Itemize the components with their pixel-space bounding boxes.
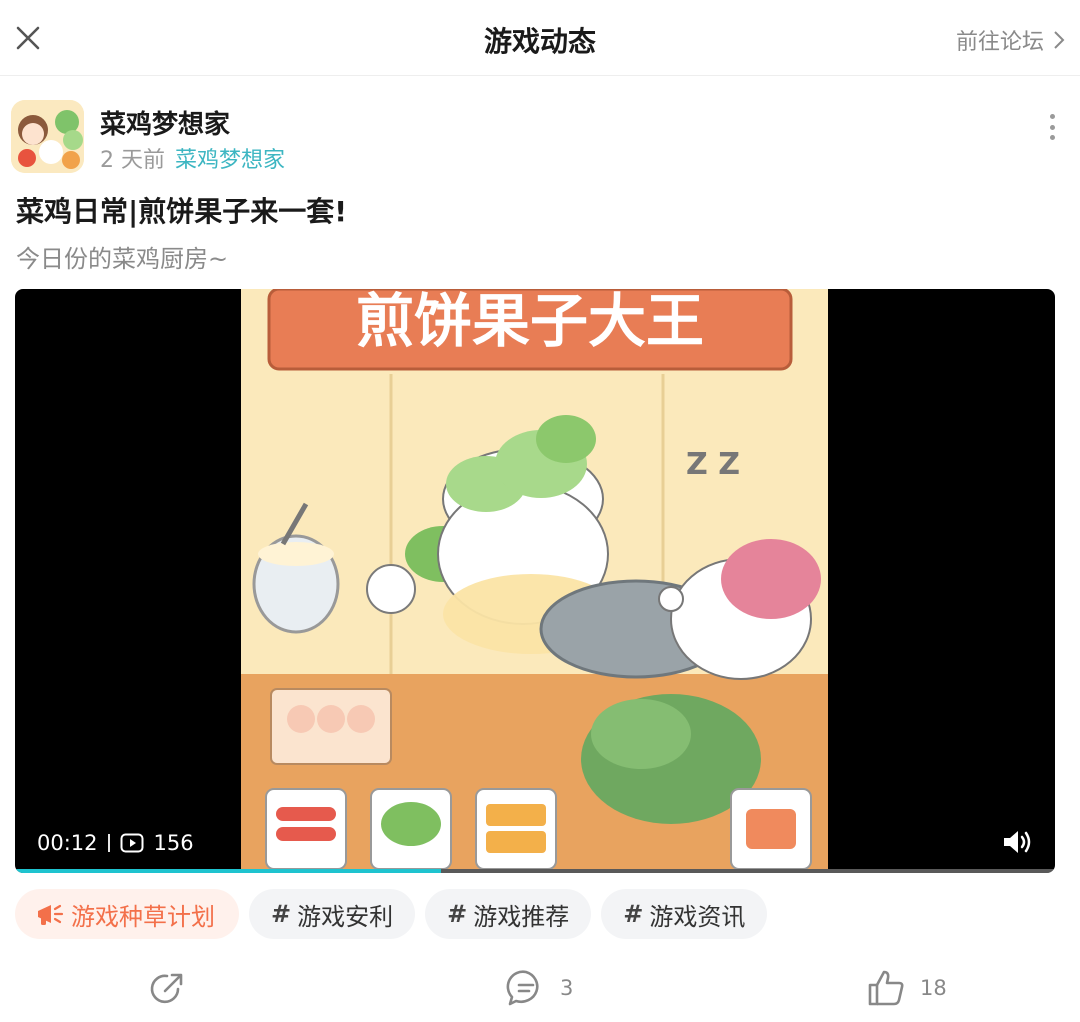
chevron-right-icon bbox=[1054, 31, 1065, 49]
tag-label: 游戏资讯 bbox=[649, 902, 746, 931]
volume-button[interactable] bbox=[1001, 827, 1035, 857]
more-dot bbox=[1049, 135, 1055, 140]
topic-tags: 游戏种草计划 # 游戏安利 # 游戏推荐 # 游戏资讯 bbox=[15, 889, 768, 939]
comment-icon bbox=[506, 970, 539, 1006]
frame-banner-text: 煎饼果子大王 bbox=[356, 289, 704, 355]
like-count: 18 bbox=[920, 976, 947, 1000]
more-dot bbox=[1049, 114, 1055, 119]
post-meta: 2 天前 菜鸡梦想家 bbox=[100, 142, 285, 174]
share-icon bbox=[150, 973, 183, 1004]
video-current-time: 00:12 bbox=[37, 831, 98, 855]
post-subtitle: 今日份的菜鸡厨房~ bbox=[16, 245, 229, 273]
video-player[interactable]: 煎饼果子大王 Z Z 00:12 156 bbox=[15, 289, 1055, 873]
game-logo-icon bbox=[11, 100, 84, 173]
tag-game-news[interactable]: # 游戏资讯 bbox=[601, 889, 768, 939]
share-button[interactable] bbox=[148, 968, 188, 1008]
tag-label: 游戏种草计划 bbox=[71, 902, 215, 931]
video-time-info: 00:12 156 bbox=[37, 831, 194, 855]
comment-button[interactable]: 3 bbox=[506, 968, 573, 1008]
video-play-count: 156 bbox=[153, 831, 194, 855]
frame-snore-text: Z Z bbox=[686, 447, 740, 482]
top-bar: 游戏动态 前往论坛 bbox=[0, 0, 1080, 76]
speaker-icon bbox=[1004, 831, 1031, 853]
tag-game-recommend-love[interactable]: # 游戏安利 bbox=[249, 889, 416, 939]
author-name[interactable]: 菜鸡梦想家 bbox=[100, 104, 230, 141]
video-progress-fill bbox=[15, 869, 442, 873]
more-dot bbox=[1049, 124, 1055, 130]
more-options-button[interactable] bbox=[1044, 114, 1060, 140]
play-count-icon bbox=[120, 833, 144, 853]
game-link[interactable]: 菜鸡梦想家 bbox=[175, 142, 285, 174]
go-to-forum-link[interactable]: 前往论坛 bbox=[956, 24, 1066, 56]
thumbs-up-icon bbox=[868, 970, 904, 1006]
hash-icon: # bbox=[623, 900, 644, 928]
post-time: 2 天前 bbox=[100, 148, 165, 173]
comment-count: 3 bbox=[560, 976, 574, 1000]
page-title: 游戏动态 bbox=[483, 25, 596, 58]
post-actions: 3 18 bbox=[0, 960, 1080, 1016]
time-separator bbox=[107, 834, 110, 852]
tag-label: 游戏推荐 bbox=[473, 902, 570, 931]
megaphone-icon bbox=[38, 904, 64, 925]
game-avatar[interactable] bbox=[11, 100, 84, 173]
hash-icon: # bbox=[447, 900, 468, 928]
go-to-forum-label: 前往论坛 bbox=[955, 30, 1044, 55]
tag-label: 游戏安利 bbox=[297, 902, 394, 931]
tag-game-seeding-plan[interactable]: 游戏种草计划 bbox=[15, 889, 239, 939]
hash-icon: # bbox=[271, 900, 292, 928]
like-button[interactable]: 18 bbox=[866, 968, 947, 1008]
tag-game-recommend[interactable]: # 游戏推荐 bbox=[425, 889, 592, 939]
post-title: 菜鸡日常|煎饼果子来一套! bbox=[16, 195, 347, 228]
video-frame: 煎饼果子大王 Z Z bbox=[241, 289, 828, 869]
